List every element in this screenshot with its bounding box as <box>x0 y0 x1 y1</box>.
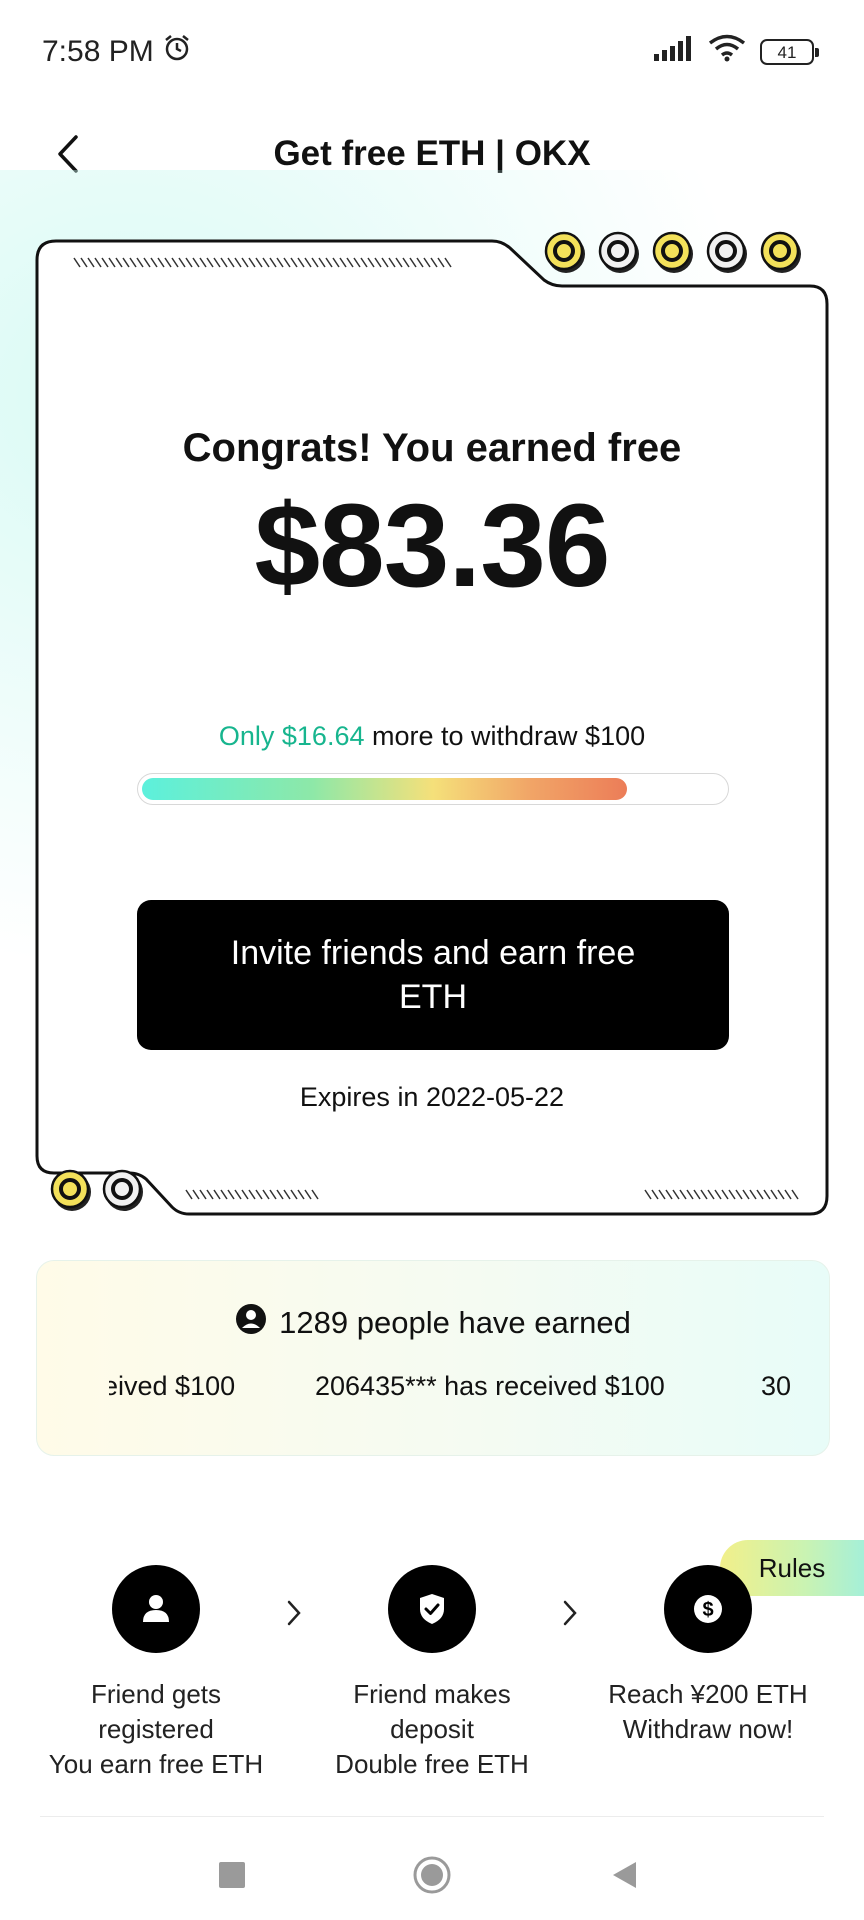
step-label: Friend makes deposit Double free ETH <box>302 1677 562 1782</box>
svg-text:$: $ <box>702 1599 713 1621</box>
status-right: 41 <box>654 34 819 70</box>
earned-amount: $83.36 <box>254 480 611 612</box>
battery-icon: 41 <box>760 39 819 65</box>
step-register: Friend gets registered You earn free ETH <box>26 1565 286 1782</box>
system-nav-bar <box>0 1830 864 1920</box>
congrats-text: Congrats! You earned free <box>182 426 682 470</box>
shield-check-icon <box>388 1565 476 1653</box>
wifi-icon <box>708 34 746 70</box>
step-label: Friend gets registered You earn free ETH <box>26 1677 286 1782</box>
alarm-icon <box>162 33 192 71</box>
step-withdraw: $ Reach ¥200 ETH Withdraw now! <box>578 1565 838 1747</box>
step-label-line: Reach ¥200 ETH <box>608 1679 808 1709</box>
user-icon <box>112 1565 200 1653</box>
expiry-text: Expires in 2022-05-22 <box>299 1082 565 1112</box>
step-deposit: Friend makes deposit Double free ETH <box>302 1565 562 1782</box>
step-label-line: Withdraw now! <box>622 1714 794 1744</box>
progress-fill <box>142 778 627 800</box>
status-left: 7:58 PM <box>42 33 192 71</box>
step-label-line: You earn free ETH <box>48 1749 264 1779</box>
divider <box>40 1816 824 1817</box>
user-circle-icon <box>235 1303 267 1343</box>
dollar-coin-icon: $ <box>664 1565 752 1653</box>
earned-title: 1289 people have earned <box>37 1303 829 1343</box>
step-label-line: Friend makes <box>353 1679 511 1709</box>
earned-count-text: 1289 people have earned <box>279 1305 631 1340</box>
steps-section: Friend gets registered You earn free ETH… <box>0 1540 864 1800</box>
progress-text: Only $16.64 more to withdraw $100 <box>34 721 830 752</box>
earned-ticker: eived $100 206435*** has received $100 3… <box>109 1371 795 1411</box>
step-label-line: Friend gets <box>90 1679 222 1709</box>
invite-friends-button[interactable]: Invite friends and earn free ETH <box>137 900 729 1050</box>
status-bar: 7:58 PM 41 <box>0 0 864 104</box>
step-label: Reach ¥200 ETH Withdraw now! <box>578 1677 838 1747</box>
remaining-amount: Only $16.64 <box>218 721 365 751</box>
earned-panel: 1289 people have earned eived $100 20643… <box>36 1260 830 1456</box>
back-icon[interactable] <box>600 1850 650 1900</box>
signal-icon <box>654 35 694 69</box>
status-time: 7:58 PM <box>42 35 154 68</box>
home-icon[interactable] <box>407 1850 457 1900</box>
step-label-line: Double free ETH <box>335 1749 529 1779</box>
ticker-item: eived $100 <box>109 1371 236 1401</box>
progress-bar <box>137 773 729 805</box>
reward-card-content: Congrats! You earned free $83.36 Only $1… <box>34 238 830 1218</box>
ticker-item: 206435*** has received $100 <box>315 1371 665 1401</box>
ticker-item: 30 <box>761 1371 792 1401</box>
step-label-line: deposit <box>390 1714 474 1744</box>
recent-apps-icon[interactable] <box>207 1850 257 1900</box>
progress-suffix: more to withdraw $100 <box>364 721 646 751</box>
page-title: Get free ETH | OKX <box>273 134 591 173</box>
step-label-line: registered <box>98 1714 214 1744</box>
